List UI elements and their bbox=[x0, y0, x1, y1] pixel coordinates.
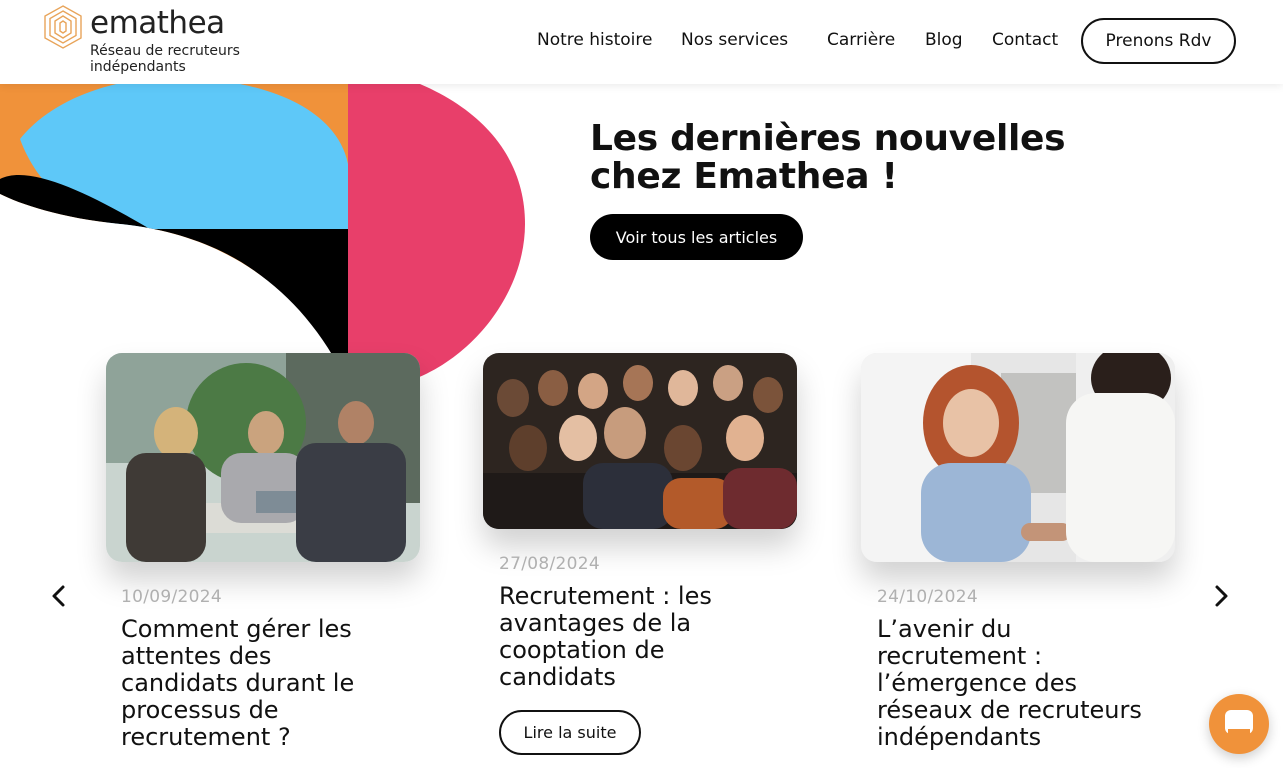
nav-item-blog[interactable]: Blog bbox=[925, 30, 963, 50]
voir-tous-articles-button[interactable]: Voir tous les articles bbox=[590, 214, 803, 260]
article-date: 10/09/2024 bbox=[121, 587, 222, 607]
lire-la-suite-button[interactable]: Lire la suite bbox=[499, 710, 641, 755]
logo-hexagon-icon bbox=[44, 5, 82, 49]
article-title[interactable]: Recrutement : les avantages de la coopta… bbox=[499, 583, 759, 691]
brand-name: emathea bbox=[90, 5, 225, 41]
article-date: 24/10/2024 bbox=[877, 587, 978, 607]
handshake-photo bbox=[861, 353, 1175, 562]
site-header: emathea Réseau de recruteurs indépendant… bbox=[0, 0, 1283, 84]
article-title[interactable]: Comment gérer les attentes des candidats… bbox=[121, 616, 371, 751]
brand-logo[interactable]: emathea Réseau de recruteurs indépendant… bbox=[42, 4, 272, 78]
decorative-shapes bbox=[0, 84, 525, 394]
article-image-meeting[interactable] bbox=[106, 353, 420, 562]
article-date: 27/08/2024 bbox=[499, 554, 600, 574]
chevron-left-icon[interactable] bbox=[47, 584, 71, 608]
chat-icon bbox=[1225, 710, 1253, 735]
nav-item-nos-services[interactable]: Nos services bbox=[681, 30, 788, 50]
brand-tagline: Réseau de recruteurs indépendants bbox=[90, 43, 240, 75]
article-title[interactable]: L’avenir du recrutement : l’émergence de… bbox=[877, 616, 1167, 751]
prenons-rdv-button[interactable]: Prenons Rdv bbox=[1081, 18, 1236, 64]
hero-title: Les dernières nouvelles chez Emathea ! bbox=[590, 118, 1066, 197]
nav-item-carriere[interactable]: Carrière bbox=[827, 30, 895, 50]
nav-item-contact[interactable]: Contact bbox=[992, 30, 1058, 50]
meeting-photo bbox=[106, 353, 420, 562]
article-image-handshake[interactable] bbox=[861, 353, 1175, 562]
chat-button[interactable] bbox=[1209, 694, 1269, 754]
chevron-right-icon[interactable] bbox=[1209, 584, 1233, 608]
article-image-team[interactable] bbox=[483, 353, 797, 529]
nav-item-notre-histoire[interactable]: Notre histoire bbox=[537, 30, 652, 50]
pink-half-circle bbox=[348, 84, 525, 384]
team-photo bbox=[483, 353, 797, 529]
